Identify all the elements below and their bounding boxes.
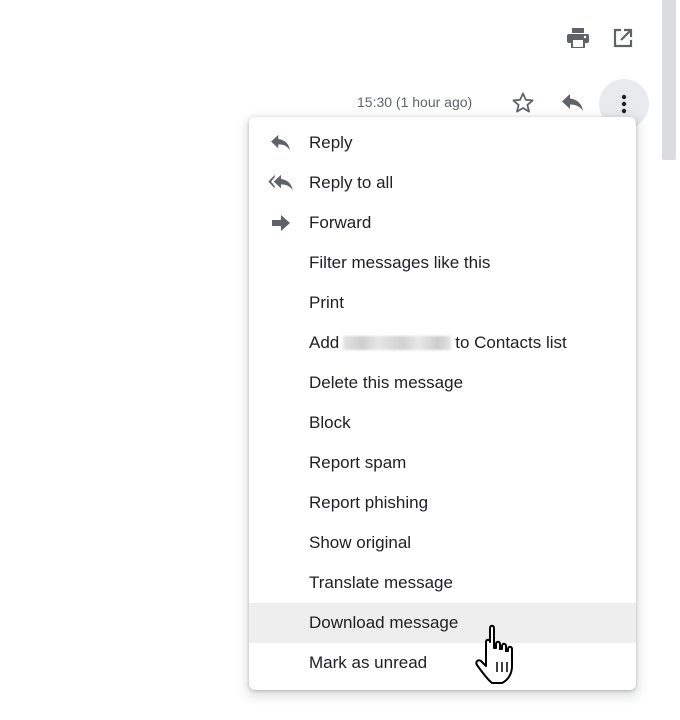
more-vertical-icon	[621, 94, 627, 114]
add-suffix-text: to Contacts list	[455, 333, 567, 352]
menu-item-forward[interactable]: Forward	[249, 203, 636, 243]
menu-item-label: Delete this message	[309, 373, 464, 392]
menu-item-label: Filter messages like this	[309, 253, 491, 272]
menu-item-block[interactable]: Block	[249, 403, 636, 443]
reply-icon	[267, 133, 295, 153]
menu-item-report-phishing[interactable]: Report phishing	[249, 483, 636, 523]
menu-item-download-message[interactable]: Download message	[249, 603, 636, 643]
message-options-menu: Reply Reply to all Forward Filter messag…	[249, 117, 636, 690]
menu-item-label: Download message	[309, 613, 459, 632]
email-view: 15:30 (1 hour ago) Reply Reply to all Fo…	[0, 0, 680, 720]
menu-item-mark-as-unread[interactable]: Mark as unread	[249, 643, 636, 683]
menu-item-reply[interactable]: Reply	[249, 123, 636, 163]
menu-item-label: Reply	[309, 133, 353, 152]
open-in-new-window-icon	[613, 28, 633, 48]
menu-item-show-original[interactable]: Show original	[249, 523, 636, 563]
forward-icon	[267, 213, 295, 233]
scrollbar-thumb[interactable]	[662, 0, 676, 160]
menu-item-label: Report spam	[309, 453, 407, 472]
menu-item-label: Mark as unread	[309, 653, 428, 672]
menu-item-report-spam[interactable]: Report spam	[249, 443, 636, 483]
menu-item-reply-to-all[interactable]: Reply to all	[249, 163, 636, 203]
menu-item-print[interactable]: Print	[249, 283, 636, 323]
add-prefix-text: Add	[309, 333, 340, 352]
menu-item-add-to-contacts[interactable]: Add to Contacts list	[249, 323, 636, 363]
menu-item-label: Translate message	[309, 573, 453, 592]
message-timestamp: 15:30 (1 hour ago)	[357, 94, 473, 110]
menu-item-delete-message[interactable]: Delete this message	[249, 363, 636, 403]
menu-item-label: Add to Contacts list	[309, 333, 567, 353]
redacted-sender-name	[343, 336, 452, 350]
print-all-button[interactable]	[558, 18, 598, 58]
menu-item-label: Block	[309, 413, 351, 432]
hand-pointer-cursor-icon	[472, 622, 526, 686]
menu-item-label: Reply to all	[309, 173, 394, 192]
star-icon	[511, 91, 535, 115]
reply-icon	[561, 93, 585, 113]
menu-item-label: Show original	[309, 533, 412, 552]
open-in-new-window-button[interactable]	[603, 18, 643, 58]
menu-item-translate-message[interactable]: Translate message	[249, 563, 636, 603]
menu-item-label: Report phishing	[309, 493, 429, 512]
menu-item-label: Print	[309, 293, 344, 312]
menu-item-label: Forward	[309, 213, 372, 232]
reply-all-icon	[267, 173, 295, 193]
menu-item-filter-messages[interactable]: Filter messages like this	[249, 243, 636, 283]
print-icon	[567, 28, 589, 48]
